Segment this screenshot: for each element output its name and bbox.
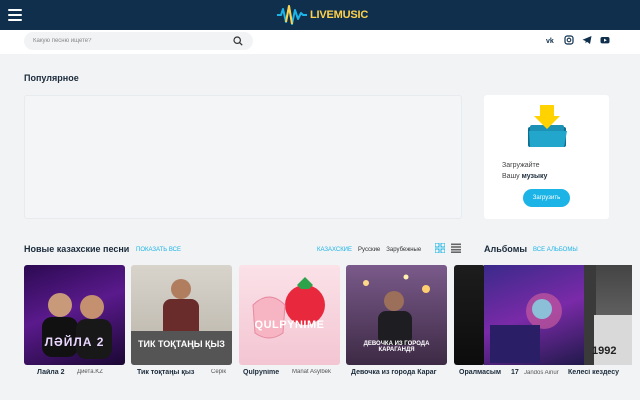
song-cover-2 bbox=[131, 279, 232, 365]
upload-card: Загружайте Вашу музыку Загрузить bbox=[484, 95, 609, 219]
album-artist-1[interactable]: Jandos Ainur bbox=[524, 370, 564, 376]
search-icon[interactable] bbox=[233, 36, 243, 46]
song-card-4[interactable]: ДЕВОЧКА ИЗ ГОРОДА КАРАГАНДЯ bbox=[346, 265, 447, 365]
popular-carousel bbox=[24, 95, 462, 219]
grid-view-icon[interactable] bbox=[435, 243, 445, 253]
list-view-icon[interactable] bbox=[451, 243, 461, 253]
song-card-2[interactable]: ТИК ТОҚТАҢЫ ҚЫЗ bbox=[131, 265, 232, 365]
search-row: vk bbox=[0, 30, 640, 54]
social-links: vk bbox=[546, 35, 610, 45]
song-artist-1[interactable]: Диета.KZ bbox=[77, 369, 125, 375]
upload-line1: Загружайте bbox=[502, 162, 540, 169]
youtube-icon[interactable] bbox=[600, 35, 610, 45]
song-cover-text-1: ЛӘЙЛА 2 bbox=[44, 335, 105, 349]
hamburger-icon[interactable] bbox=[8, 9, 22, 21]
filter-foreign[interactable]: Зарубежные bbox=[386, 247, 421, 253]
telegram-icon[interactable] bbox=[582, 35, 592, 45]
upload-line2-prefix: Вашу bbox=[502, 173, 520, 180]
filter-kazakh[interactable]: КАЗАХСКИЕ bbox=[317, 247, 352, 253]
album-card-1[interactable] bbox=[484, 265, 584, 365]
album-title-2[interactable]: Келесі кездесу bbox=[568, 369, 626, 376]
song-cover-text-3: QULPYNIME bbox=[254, 319, 325, 331]
song-title-4[interactable]: Девочка из города Караг bbox=[351, 369, 447, 376]
all-albums-link[interactable]: ВСЕ АЛЬБОМЫ bbox=[533, 247, 578, 253]
filter-russian[interactable]: Русские bbox=[358, 247, 380, 253]
song-cover-1 bbox=[42, 293, 112, 359]
song-title-3[interactable]: Qulpynime bbox=[243, 369, 287, 376]
song-cover-3 bbox=[252, 277, 325, 339]
song-card-5[interactable] bbox=[454, 265, 485, 365]
song-title-5[interactable]: Оралмасым bbox=[459, 369, 509, 376]
search-input[interactable] bbox=[33, 35, 223, 47]
song-title-2[interactable]: Тик тоқтаңы қыз bbox=[137, 369, 205, 376]
song-filters: КАЗАХСКИЕ Русские Зарубежные bbox=[317, 247, 421, 253]
popular-title: Популярное bbox=[24, 73, 79, 83]
album-card-2[interactable]: 1992 bbox=[584, 265, 632, 365]
vk-icon[interactable]: vk bbox=[546, 35, 556, 45]
upload-button[interactable]: Загрузить bbox=[523, 189, 570, 207]
album-cover-1 bbox=[490, 293, 562, 363]
waveform-logo-icon bbox=[277, 5, 307, 25]
show-all-link[interactable]: ПОКАЗАТЬ ВСЕ bbox=[136, 247, 181, 253]
album-title-1[interactable]: 17 bbox=[511, 369, 525, 376]
site-logo[interactable]: LIVEMUSIC bbox=[276, 3, 368, 27]
instagram-icon[interactable] bbox=[564, 35, 574, 45]
song-card-1[interactable]: ЛӘЙЛА 2 bbox=[24, 265, 125, 365]
logo-live-text: LIVE bbox=[310, 9, 334, 21]
upload-line2-bold: музыку bbox=[521, 173, 548, 180]
search-box bbox=[24, 32, 253, 50]
song-card-3[interactable]: QULPYNIME bbox=[239, 265, 340, 365]
song-artist-2[interactable]: Серік bbox=[211, 369, 235, 375]
upload-text: Загружайте Вашу музыку bbox=[502, 160, 547, 182]
albums-title: Альбомы bbox=[484, 244, 528, 254]
song-cover-text-4: ДЕВОЧКА ИЗ ГОРОДА КАРАГАНДЯ bbox=[363, 341, 430, 353]
top-header: LIVEMUSIC bbox=[0, 0, 640, 30]
song-cover-text-2: ТИК ТОҚТАҢЫ ҚЫЗ bbox=[138, 339, 225, 349]
album-cover-text-2: 1992 bbox=[592, 345, 617, 357]
song-title-1[interactable]: Лайла 2 bbox=[37, 369, 73, 376]
song-artist-3[interactable]: Manat Asylbek bbox=[292, 369, 340, 375]
new-songs-title: Новые казахские песни bbox=[24, 244, 130, 254]
svg-text:vk: vk bbox=[546, 38, 554, 45]
upload-folder-icon bbox=[528, 105, 567, 147]
logo-music-text: MUSIC bbox=[333, 9, 369, 21]
